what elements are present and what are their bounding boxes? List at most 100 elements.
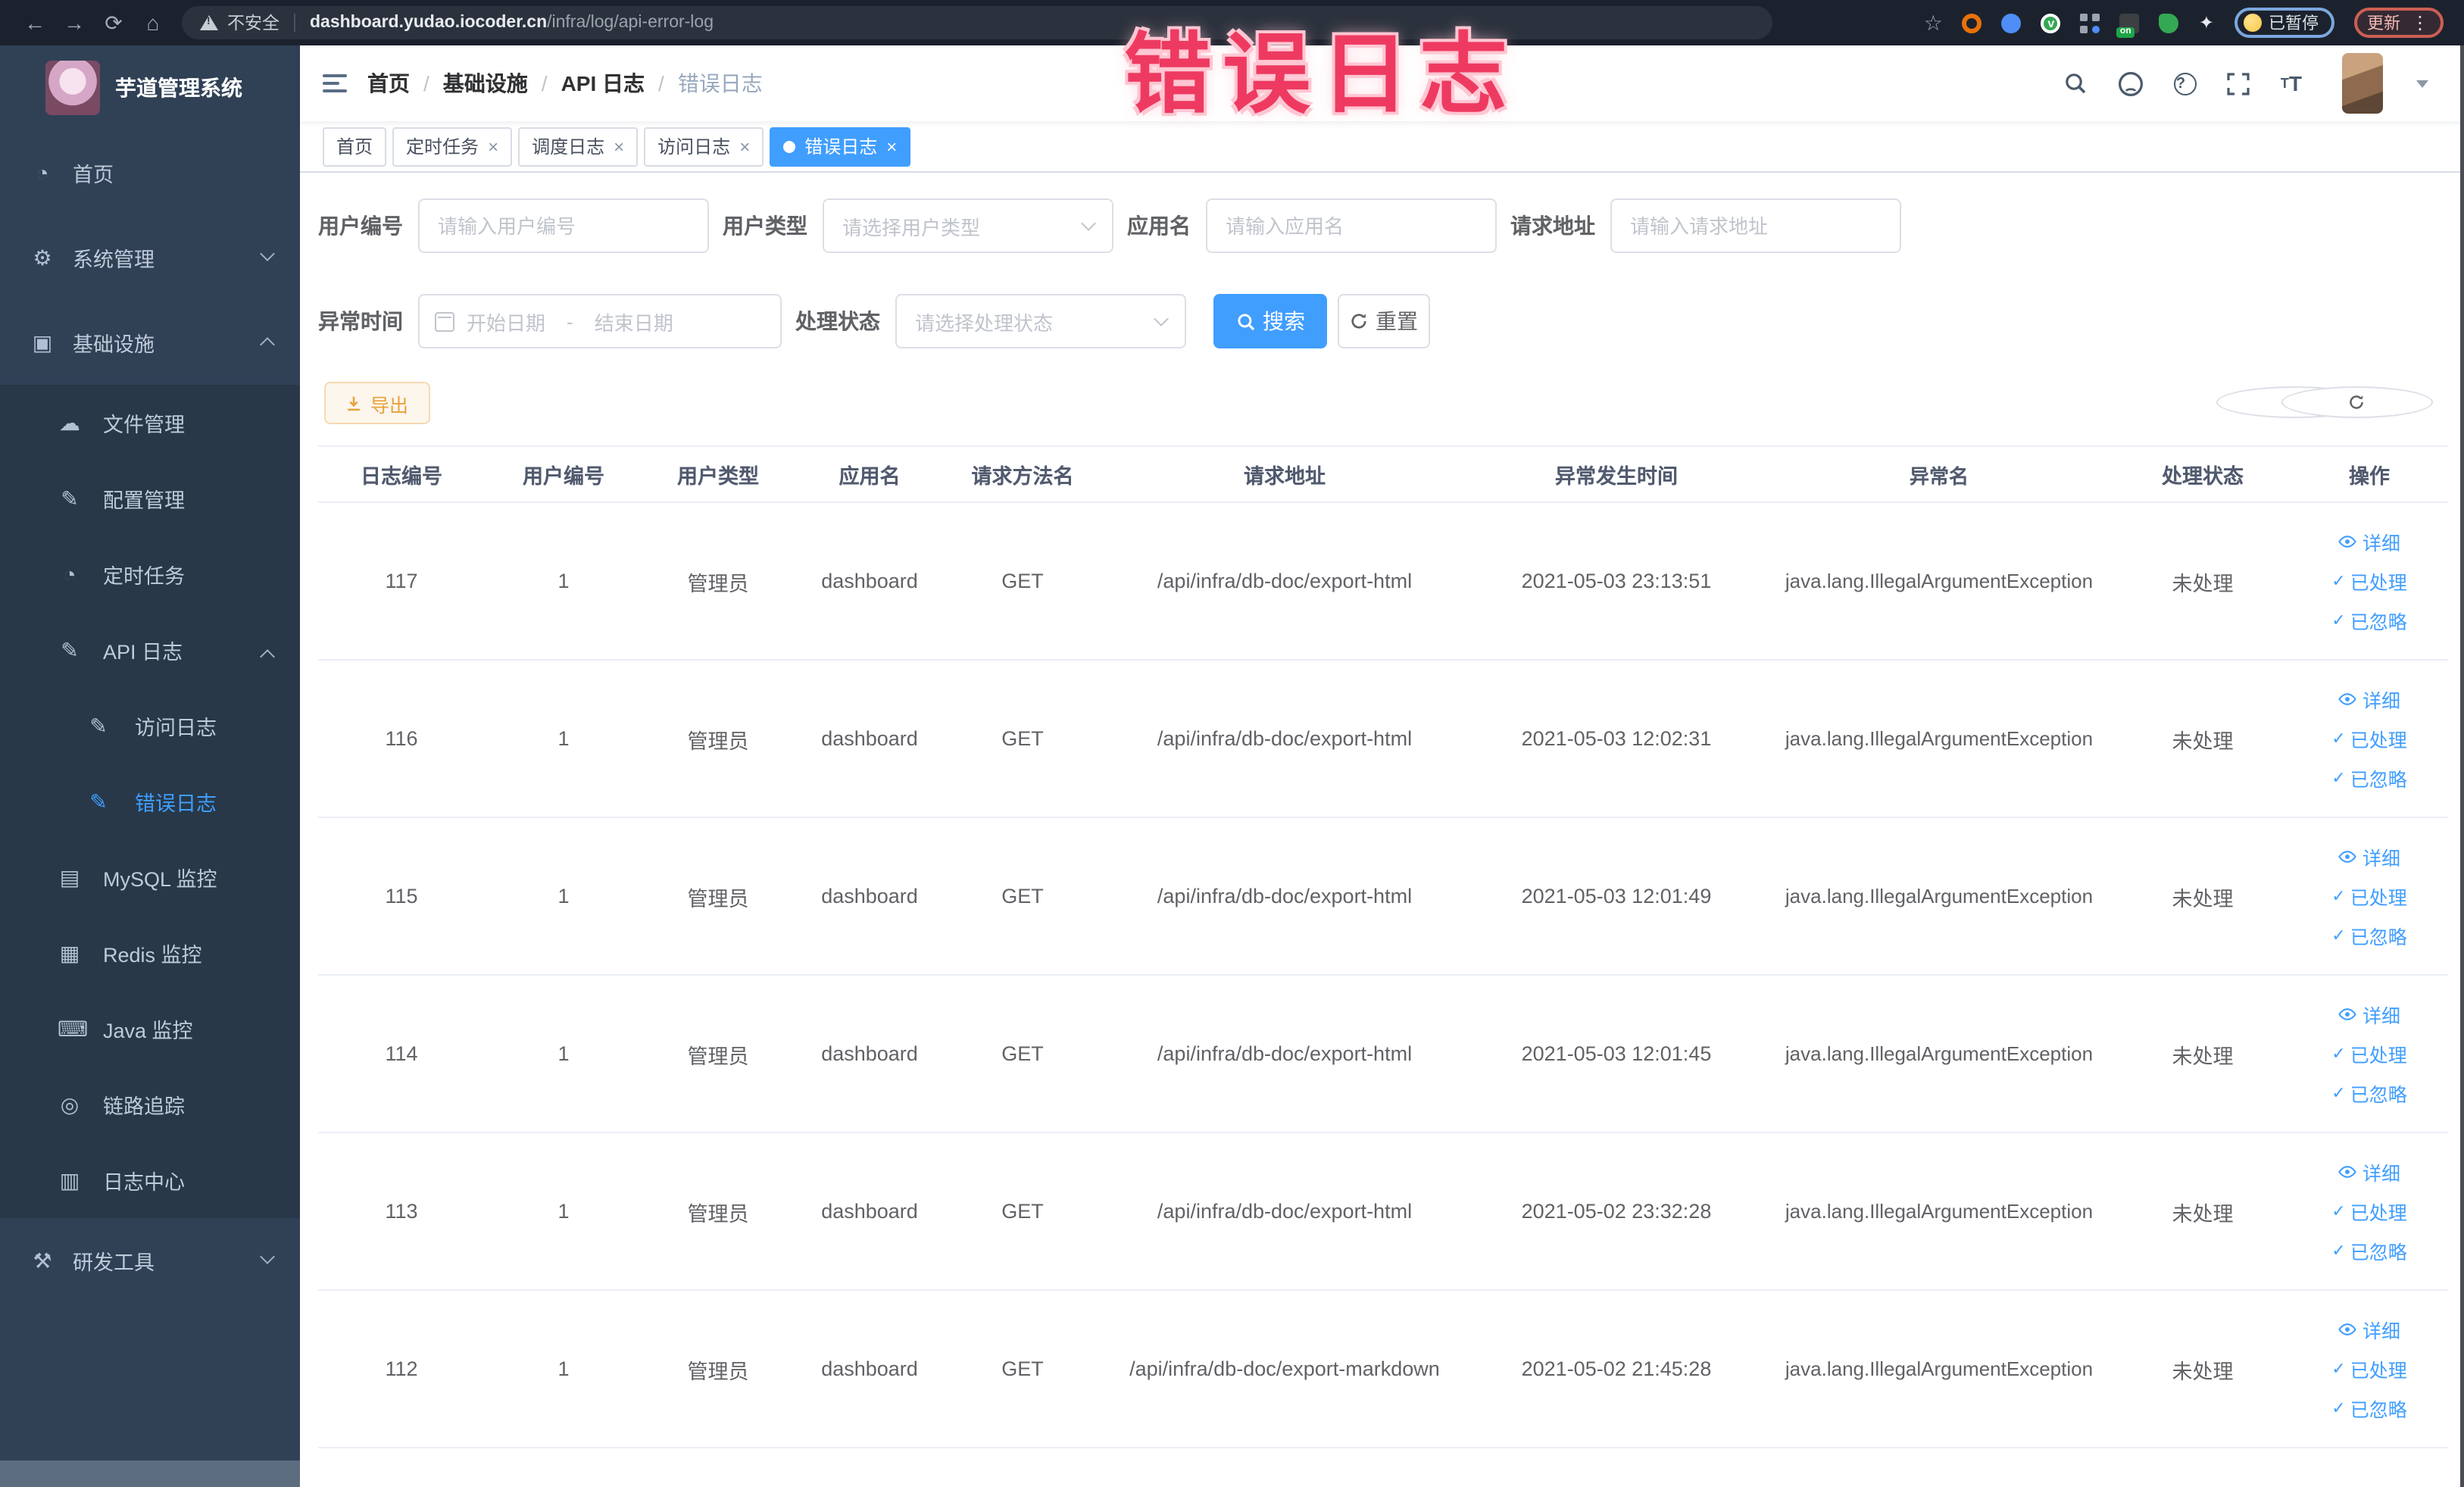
sidebar-item-redis-monitor[interactable]: ▦ Redis 监控 (0, 915, 299, 991)
sidebar-item-home[interactable]: ◔ 首页 (0, 130, 299, 215)
close-icon[interactable]: × (614, 136, 624, 157)
sidebar-item-error-log[interactable]: ✎ 错误日志 (0, 764, 299, 839)
scrollbar[interactable] (2459, 45, 2464, 1487)
browser-menu-icon[interactable]: ⋮ (2411, 12, 2429, 33)
cell-method: GET (1001, 727, 1044, 750)
forward-icon[interactable]: → (55, 11, 94, 35)
search-button[interactable]: 搜索 (1213, 294, 1327, 348)
fullscreen-icon[interactable] (2228, 72, 2250, 95)
detail-link[interactable]: 详细 (2338, 527, 2400, 556)
user-type-select[interactable]: 请选择用户类型 (823, 198, 1113, 253)
mark-ignored-link[interactable]: ✓ 已忽略 (2331, 764, 2406, 792)
detail-link[interactable]: 详细 (2338, 842, 2400, 871)
detail-link[interactable]: 详细 (2338, 685, 2400, 714)
request-url-input[interactable] (1610, 198, 1901, 253)
browser-toolbar: ← → ⟳ ⌂ 不安全 dashboard.yudao.iocoder.cn /… (0, 0, 2464, 45)
sidebar-item-access-log[interactable]: ✎ 访问日志 (0, 688, 299, 764)
extension-orange-icon[interactable] (1962, 13, 1982, 33)
date-range-picker[interactable]: 开始日期 - 结束日期 (418, 294, 782, 348)
cell-log-id: 112 (385, 1357, 418, 1380)
chevron-down-icon (259, 246, 274, 261)
breadcrumb-infra[interactable]: 基础设施 (443, 68, 528, 98)
table-row[interactable]: 117 1 管理员 dashboard GET /api/infra/db-do… (318, 503, 2448, 661)
extension-green-icon[interactable]: v (2041, 13, 2061, 33)
tab-home[interactable]: 首页 (323, 127, 387, 166)
detail-link[interactable]: 详细 (2338, 1000, 2400, 1029)
sidebar-item-system[interactable]: ⚙ 系统管理 (0, 215, 299, 300)
help-icon[interactable]: ? (2174, 72, 2197, 95)
detail-link[interactable]: 详细 (2338, 1157, 2400, 1186)
sidebar-item-infra[interactable]: ▣ 基础设施 (0, 300, 299, 385)
cell-method: GET (1001, 1357, 1044, 1380)
bookmark-star-icon[interactable]: ☆ (1924, 10, 1943, 36)
mark-ignored-link[interactable]: ✓ 已忽略 (2331, 1079, 2406, 1107)
sidebar-item-mysql-monitor[interactable]: ▤ MySQL 监控 (0, 839, 299, 915)
row-actions: 详细 ✓ 已处理 ✓ 已忽略 (2291, 1157, 2448, 1265)
tab-access-log[interactable]: 访问日志 × (644, 127, 764, 166)
eye-icon (2339, 1166, 2357, 1178)
detail-link[interactable]: 详细 (2338, 1315, 2400, 1344)
font-size-icon[interactable]: TT (2281, 71, 2302, 95)
breadcrumb-api-log[interactable]: API 日志 (561, 68, 645, 98)
github-icon[interactable] (2119, 70, 2144, 96)
export-button[interactable]: 导出 (324, 382, 430, 424)
extension-blue-icon[interactable] (2001, 13, 2022, 33)
sidebar-item-file-manage[interactable]: ☁ 文件管理 (0, 385, 299, 461)
cell-app-name: dashboard (821, 885, 918, 908)
extension-switch-icon[interactable]: on (2116, 13, 2140, 37)
breadcrumb-error-log: 错误日志 (677, 71, 763, 95)
sidebar-item-trace[interactable]: ◎ 链路追踪 (0, 1067, 299, 1142)
table-row[interactable]: 115 1 管理员 dashboard GET /api/infra/db-do… (318, 818, 2448, 976)
extension-leaf-icon[interactable] (2159, 13, 2179, 33)
caret-down-icon[interactable] (2416, 80, 2428, 87)
mark-processed-link[interactable]: ✓ 已处理 (2331, 1197, 2406, 1226)
mark-processed-link[interactable]: ✓ 已处理 (2331, 1039, 2406, 1068)
mark-ignored-link[interactable]: ✓ 已忽略 (2331, 606, 2406, 635)
table-row[interactable]: 116 1 管理员 dashboard GET /api/infra/db-do… (318, 661, 2448, 818)
tab-schedule-log[interactable]: 调度日志 × (518, 127, 639, 166)
security-label: 不安全 (227, 15, 280, 33)
sidebar-item-api-log[interactable]: ✎ API 日志 (0, 612, 299, 688)
search-icon[interactable] (2064, 71, 2088, 95)
access-log-icon: ✎ (89, 713, 108, 737)
mark-ignored-link[interactable]: ✓ 已忽略 (2331, 921, 2406, 950)
close-icon[interactable]: × (739, 136, 750, 157)
user-id-input[interactable] (418, 198, 709, 253)
mark-ignored-link[interactable]: ✓ 已忽略 (2331, 1236, 2406, 1265)
back-icon[interactable]: ← (15, 11, 55, 35)
mark-processed-link[interactable]: ✓ 已处理 (2331, 724, 2406, 753)
mark-processed-link[interactable]: ✓ 已处理 (2331, 1354, 2406, 1383)
sidebar-item-dev-tools[interactable]: ⚒ 研发工具 (0, 1218, 299, 1303)
cell-user-id: 1 (557, 1357, 570, 1380)
close-icon[interactable]: × (488, 136, 498, 157)
paused-badge[interactable]: 已暂停 (2234, 8, 2334, 38)
sidebar-item-scheduled-job[interactable]: ◔ 定时任务 (0, 536, 299, 612)
hamburger-icon[interactable] (322, 70, 346, 97)
table-row[interactable]: 112 1 管理员 dashboard GET /api/infra/db-do… (318, 1291, 2448, 1448)
breadcrumb-home[interactable]: 首页 (367, 68, 410, 98)
mark-processed-link[interactable]: ✓ 已处理 (2331, 567, 2406, 595)
process-status-select[interactable]: 请选择处理状态 (895, 294, 1186, 348)
sidebar-item-config-manage[interactable]: ✎ 配置管理 (0, 461, 299, 536)
home-icon[interactable]: ⌂ (133, 11, 173, 35)
tab-scheduled-job[interactable]: 定时任务 × (392, 127, 513, 166)
sidebar-item-log-center[interactable]: ▥ 日志中心 (0, 1142, 299, 1218)
tab-error-log[interactable]: 错误日志 × (770, 127, 911, 166)
avatar[interactable] (2341, 53, 2382, 114)
table-body: 117 1 管理员 dashboard GET /api/infra/db-do… (318, 503, 2448, 1448)
extension-grid-icon[interactable] (2080, 13, 2100, 33)
table-row[interactable]: 113 1 管理员 dashboard GET /api/infra/db-do… (318, 1133, 2448, 1291)
reset-button[interactable]: 重置 (1338, 294, 1430, 348)
reload-icon[interactable]: ⟳ (94, 10, 133, 36)
refresh-button[interactable] (2281, 386, 2432, 418)
extensions-puzzle-icon[interactable]: ✦ (2199, 12, 2214, 33)
table-row[interactable]: 114 1 管理员 dashboard GET /api/infra/db-do… (318, 976, 2448, 1133)
mark-processed-link[interactable]: ✓ 已处理 (2331, 882, 2406, 911)
app-logo-row[interactable]: 芋道管理系统 (0, 45, 299, 130)
update-badge[interactable]: 更新 ⋮ (2353, 8, 2443, 38)
address-bar[interactable]: 不安全 dashboard.yudao.iocoder.cn /infra/lo… (182, 6, 1772, 39)
sidebar-item-java-monitor[interactable]: ⌨ Java 监控 (0, 991, 299, 1067)
app-name-input[interactable] (1206, 198, 1497, 253)
close-icon[interactable]: × (886, 136, 897, 157)
mark-ignored-link[interactable]: ✓ 已忽略 (2331, 1394, 2406, 1423)
